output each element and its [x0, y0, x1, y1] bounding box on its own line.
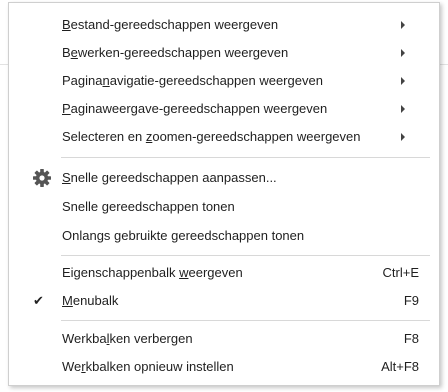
gear-icon	[32, 168, 52, 188]
menu-item-label: Werkbalken opnieuw instellen	[62, 359, 234, 374]
menu-item-select-zoom-tools[interactable]: Selecteren en zoomen-gereedschappen weer…	[9, 123, 439, 151]
menu-separator	[61, 157, 430, 158]
menu-item-label: Menubalk	[62, 293, 119, 308]
context-menu: Bestand-gereedschappen weergeven Bewerke…	[8, 2, 440, 386]
menu-separator	[61, 255, 430, 256]
menu-item-file-tools[interactable]: Bestand-gereedschappen weergeven	[9, 11, 439, 39]
menu-item-label: Snelle gereedschappen tonen	[62, 199, 235, 214]
checkmark-icon: ✔	[33, 293, 44, 308]
submenu-arrow-icon	[401, 105, 405, 113]
menu-item-reset-toolbars[interactable]: Werkbalken opnieuw instellen Alt+F8	[9, 353, 439, 381]
menu-item-shortcut: Alt+F8	[381, 359, 419, 374]
menu-item-shortcut: F9	[403, 293, 419, 308]
submenu-arrow-icon	[401, 21, 405, 29]
menu-item-edit-tools[interactable]: Bewerken-gereedschappen weergeven	[9, 39, 439, 67]
menu-item-show-properties-bar[interactable]: Eigenschappenbalk weergeven Ctrl+E	[9, 259, 439, 287]
submenu-arrow-icon	[401, 133, 405, 141]
menu-item-label: Onlangs gebruikte gereedschappen tonen	[62, 228, 305, 243]
menu-item-show-quick-tools[interactable]: Snelle gereedschappen tonen	[9, 193, 439, 221]
menu-item-customize-quick-tools[interactable]: Snelle gereedschappen aanpassen...	[9, 164, 439, 192]
menu-item-label: Paginaweergave-gereedschappen weergeven	[62, 101, 328, 116]
submenu-arrow-icon	[401, 49, 405, 57]
menu-item-menubar[interactable]: ✔ Menubalk F9	[9, 287, 439, 315]
menu-item-shortcut: F8	[403, 331, 419, 346]
menu-item-show-recent-tools[interactable]: Onlangs gebruikte gereedschappen tonen	[9, 222, 439, 250]
menu-item-label: Snelle gereedschappen aanpassen...	[62, 170, 277, 185]
menu-item-label: Eigenschappenbalk weergeven	[62, 265, 243, 280]
menu-item-page-navigation-tools[interactable]: Paginanavigatie-gereedschappen weergeven	[9, 67, 439, 95]
menu-item-label: Bewerken-gereedschappen weergeven	[62, 45, 289, 60]
menu-item-shortcut: Ctrl+E	[382, 265, 419, 280]
submenu-arrow-icon	[401, 77, 405, 85]
menu-item-label: Werkbalken verbergen	[62, 331, 193, 346]
menu-item-label: Selecteren en zoomen-gereedschappen weer…	[62, 129, 361, 144]
menu-item-label: Paginanavigatie-gereedschappen weergeven	[62, 73, 323, 88]
menu-item-hide-toolbars[interactable]: Werkbalken verbergen F8	[9, 325, 439, 353]
menu-item-label: Bestand-gereedschappen weergeven	[62, 17, 279, 32]
menu-item-page-display-tools[interactable]: Paginaweergave-gereedschappen weergeven	[9, 95, 439, 123]
menu-separator	[61, 320, 430, 321]
